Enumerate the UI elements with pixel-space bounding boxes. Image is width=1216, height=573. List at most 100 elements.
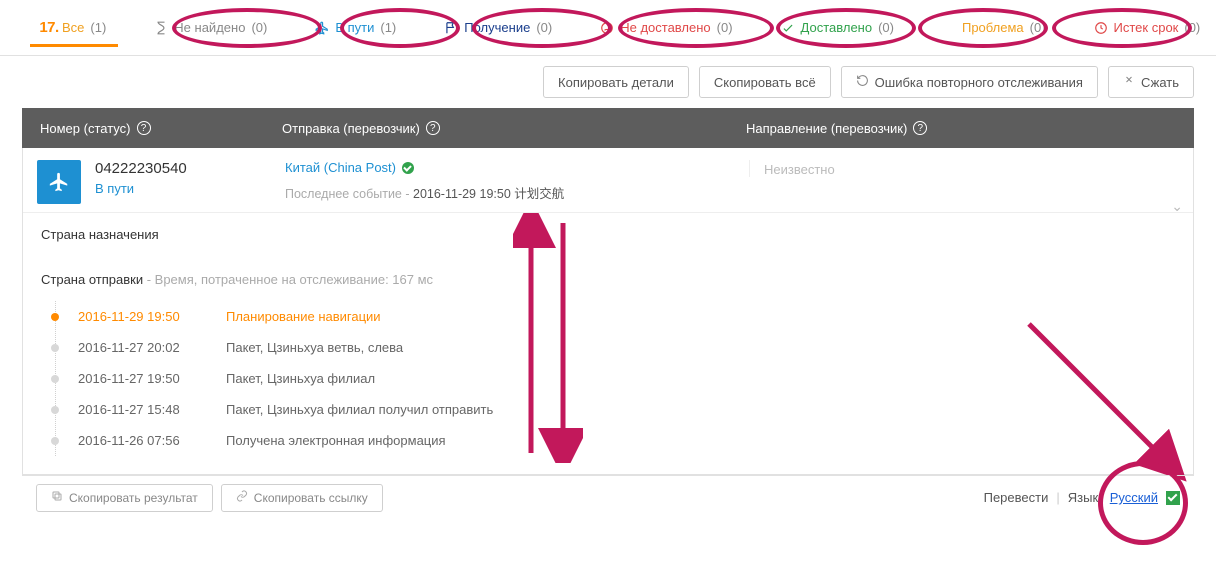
- sad-icon: [600, 21, 614, 35]
- tab-all[interactable]: 17. Все (1): [30, 0, 118, 55]
- copy-result-button[interactable]: Скопировать результат: [36, 484, 213, 512]
- tab-exception[interactable]: Проблема (0): [930, 0, 1058, 55]
- table-header: Номер (статус) ? Отправка (перевозчик) ?…: [22, 108, 1194, 148]
- event-text: Получена электронная информация: [226, 433, 446, 448]
- copy-result-label: Скопировать результат: [69, 491, 198, 505]
- tab-label: Не доставлено: [620, 20, 710, 35]
- event-text: Пакет, Цзиньхуа филиал: [226, 371, 375, 386]
- last-event-value: 2016-11-29 19:50 计划交航: [413, 187, 564, 201]
- bulk-actions: Копировать детали Скопировать всё Ошибка…: [0, 56, 1216, 108]
- status-badge-intransit: [37, 160, 81, 204]
- check-icon: [1166, 491, 1180, 505]
- copy-all-button[interactable]: Скопировать всё: [699, 66, 831, 98]
- copy-all-label: Скопировать всё: [714, 75, 816, 90]
- last-event: Последнее событие - 2016-11-29 19:50 计划交…: [285, 183, 749, 202]
- tab-pickup[interactable]: Получение (0): [432, 0, 564, 55]
- help-icon[interactable]: ?: [913, 121, 927, 135]
- tab-undelivered[interactable]: Не доставлено(0): [588, 0, 744, 55]
- destination-value: Неизвестно: [764, 162, 835, 177]
- collapse-icon: [1123, 75, 1135, 90]
- language-block: Перевести | Язык: Русский: [984, 490, 1180, 505]
- plane-icon: [48, 171, 70, 193]
- event-row: 2016-11-29 19:50 Планирование навигации: [56, 301, 1175, 332]
- copy-link-label: Скопировать ссылку: [254, 491, 368, 505]
- tracking-details: Страна назначения Страна отправки - Врем…: [23, 213, 1193, 474]
- event-timestamp: 2016-11-27 15:48: [78, 402, 208, 417]
- collapse-label: Сжать: [1141, 75, 1179, 90]
- plane-icon: [315, 21, 329, 35]
- tab-label: Не найдено: [174, 20, 245, 35]
- origin-carrier[interactable]: Китай (China Post): [285, 160, 414, 175]
- copy-link-button[interactable]: Скопировать ссылку: [221, 484, 383, 512]
- language-value: Русский: [1110, 490, 1158, 505]
- destination-carrier-block: Неизвестно: [749, 160, 1179, 177]
- translate-label: Перевести: [984, 490, 1049, 505]
- event-text: Планирование навигации: [226, 309, 381, 324]
- language-label: Язык:: [1068, 490, 1102, 505]
- tracking-status-text: В пути: [95, 181, 279, 196]
- event-timestamp: 2016-11-27 20:02: [78, 340, 208, 355]
- tracking-number-block: 04222230540 В пути: [95, 160, 279, 196]
- event-row: 2016-11-26 07:56 Получена электронная инф…: [56, 425, 1175, 456]
- tab-label: Доставлено: [801, 20, 873, 35]
- tab-expired[interactable]: Истек срок (0): [1082, 0, 1213, 55]
- help-icon[interactable]: ?: [137, 121, 151, 135]
- tab-label: Все: [62, 20, 84, 35]
- tab-count: (1): [90, 20, 106, 35]
- tab-label: Истек срок: [1114, 20, 1179, 35]
- language-link[interactable]: Русский: [1110, 490, 1158, 505]
- collapse-button[interactable]: Сжать: [1108, 66, 1194, 98]
- event-text: Пакет, Цзиньхуа ветвь, слева: [226, 340, 403, 355]
- event-row: 2016-11-27 15:48 Пакет, Цзиньхуа филиал п…: [56, 394, 1175, 425]
- col-shipping-carrier-label: Отправка (перевозчик): [282, 121, 420, 136]
- col-number-status-label: Номер (статус): [40, 121, 131, 136]
- event-row: 2016-11-27 19:50 Пакет, Цзиньхуа филиал: [56, 363, 1175, 394]
- status-tabs: 17. Все (1) Не найдено (0) В пути (1) Получение…: [0, 0, 1216, 56]
- event-timestamp: 2016-11-29 19:50: [78, 309, 208, 324]
- tab-count: (0): [1184, 20, 1200, 35]
- refresh-icon: [856, 74, 869, 90]
- logo17-icon: 17.: [42, 21, 56, 35]
- tab-count: (0): [536, 20, 552, 35]
- hourglass-icon: [154, 21, 168, 35]
- tab-label: Проблема: [962, 20, 1024, 35]
- event-timeline: 2016-11-29 19:50Планирование навигации20…: [55, 301, 1175, 456]
- col-destination-carrier-label: Направление (перевозчик): [746, 121, 907, 136]
- tab-delivered[interactable]: Доставлено(0): [769, 0, 906, 55]
- tracking-summary-row[interactable]: 04222230540 В пути Китай (China Post) По…: [23, 148, 1193, 213]
- tab-label: В пути: [335, 20, 374, 35]
- origin-carrier-label: Китай (China Post): [285, 160, 396, 175]
- retrack-error-button[interactable]: Ошибка повторного отслеживания: [841, 66, 1098, 98]
- last-event-label: Последнее событие -: [285, 187, 410, 201]
- help-icon[interactable]: ?: [426, 121, 440, 135]
- col-number-status: Номер (статус) ?: [40, 121, 282, 136]
- link-icon: [236, 490, 248, 505]
- card-footer: Скопировать результат Скопировать ссылку…: [22, 475, 1194, 519]
- origin-country-heading: Страна отправки: [41, 272, 143, 287]
- check-icon: [402, 162, 414, 174]
- tab-count: (0): [251, 20, 267, 35]
- tab-notfound[interactable]: Не найдено (0): [142, 0, 279, 55]
- tracking-time-spent: - Время, потраченное на отслеживание: 16…: [147, 272, 433, 287]
- copy-icon: [51, 490, 63, 505]
- check-icon: [781, 21, 795, 35]
- event-timestamp: 2016-11-26 07:56: [78, 433, 208, 448]
- tab-count: (0): [1030, 20, 1046, 35]
- tab-count: (1): [380, 20, 396, 35]
- tracking-number: 04222230540: [95, 160, 279, 177]
- event-timestamp: 2016-11-27 19:50: [78, 371, 208, 386]
- copy-details-button[interactable]: Копировать детали: [543, 66, 689, 98]
- dest-country-heading: Страна назначения: [41, 227, 1175, 242]
- warn-icon: [942, 21, 956, 35]
- flag-icon: [444, 21, 458, 35]
- tab-label: Получение: [464, 20, 530, 35]
- translate-link[interactable]: Перевести: [984, 490, 1049, 505]
- origin-country-heading-row: Страна отправки - Время, потраченное на …: [41, 272, 1175, 287]
- copy-details-label: Копировать детали: [558, 75, 674, 90]
- tracking-card: 04222230540 В пути Китай (China Post) По…: [22, 148, 1194, 475]
- event-text: Пакет, Цзиньхуа филиал получил отправить: [226, 402, 493, 417]
- tab-intransit[interactable]: В пути (1): [303, 0, 408, 55]
- retrack-error-label: Ошибка повторного отслеживания: [875, 75, 1083, 90]
- clock-icon: [1094, 21, 1108, 35]
- origin-carrier-block: Китай (China Post) Последнее событие - 2…: [279, 160, 749, 202]
